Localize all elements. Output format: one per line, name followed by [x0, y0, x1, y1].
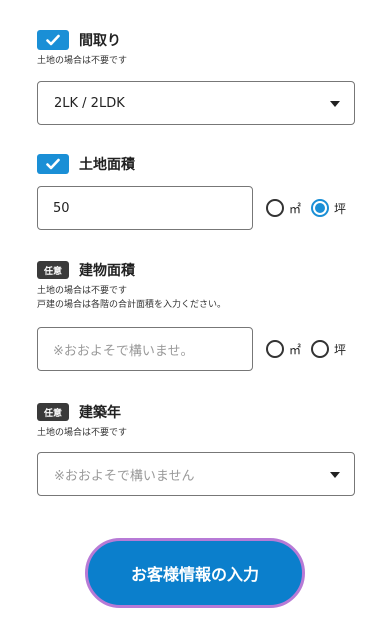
madori-title: 間取り — [79, 33, 121, 49]
tatemono-menseki-note-1: 土地の場合は不要です — [37, 286, 128, 296]
chevron-down-icon — [330, 101, 340, 107]
unit-label-sqm: ㎡ — [289, 201, 302, 216]
checkmark-icon — [37, 30, 69, 50]
madori-section: 間取り 土地の場合は不要です — [37, 29, 357, 68]
tatemono-menseki-label-row: 任意 建物面積 — [37, 259, 357, 281]
tatemono-menseki-placeholder: ※おおよそで構いませ。 — [53, 343, 194, 359]
chikunen-select-placeholder: ※おおよそで構いません — [54, 468, 195, 484]
tochi-menseki-input[interactable]: 50 — [37, 186, 253, 230]
checkmark-icon — [37, 154, 69, 174]
tochi-menseki-title: 土地面積 — [79, 157, 135, 173]
tochi-menseki-label-row: 土地面積 — [37, 153, 357, 175]
radio-unselected-icon — [311, 340, 330, 358]
unit-radio-tsubo[interactable]: 坪 — [311, 199, 346, 217]
chikunen-section: 任意 建築年 土地の場合は不要です — [37, 401, 357, 440]
chikunen-note: 土地の場合は不要です — [37, 428, 128, 438]
madori-label-row: 間取り — [37, 29, 357, 51]
chikunen-title: 建築年 — [79, 405, 121, 421]
unit-label-sqm: ㎡ — [289, 342, 302, 357]
unit-label-tsubo: 坪 — [334, 342, 347, 357]
optional-badge: 任意 — [37, 403, 69, 421]
tatemono-menseki-note-2: 戸建の場合は各階の合計面積を入力ください。 — [37, 300, 227, 310]
optional-badge: 任意 — [37, 261, 69, 279]
unit-radio-sqm[interactable]: ㎡ — [266, 340, 301, 358]
tatemono-menseki-unit-group: ㎡ 坪 — [266, 340, 356, 358]
tatemono-menseki-section: 任意 建物面積 土地の場合は不要です 戸建の場合は各階の合計面積を入力ください。 — [37, 259, 357, 312]
madori-select-value: 2LK / 2LDK — [54, 95, 125, 111]
radio-unselected-icon — [266, 199, 284, 217]
tochi-menseki-unit-group: ㎡ 坪 — [266, 199, 356, 217]
unit-radio-sqm[interactable]: ㎡ — [266, 199, 301, 217]
customer-info-button[interactable]: お客様情報の入力 — [85, 538, 305, 608]
madori-select[interactable]: 2LK / 2LDK — [37, 81, 355, 125]
tochi-menseki-section: 土地面積 — [37, 153, 357, 175]
unit-label-tsubo: 坪 — [334, 201, 347, 216]
unit-radio-tsubo[interactable]: 坪 — [311, 340, 346, 358]
madori-note: 土地の場合は不要です — [37, 56, 128, 66]
chikunen-select[interactable]: ※おおよそで構いません — [37, 452, 355, 496]
tochi-menseki-value: 50 — [53, 200, 70, 216]
tatemono-menseki-input[interactable]: ※おおよそで構いませ。 — [37, 327, 253, 371]
customer-info-button-label: お客様情報の入力 — [130, 565, 259, 584]
radio-selected-icon — [311, 199, 330, 217]
chevron-down-icon — [330, 472, 340, 478]
tatemono-menseki-title: 建物面積 — [79, 263, 135, 279]
radio-unselected-icon — [266, 340, 284, 358]
chikunen-label-row: 任意 建築年 — [37, 401, 357, 423]
